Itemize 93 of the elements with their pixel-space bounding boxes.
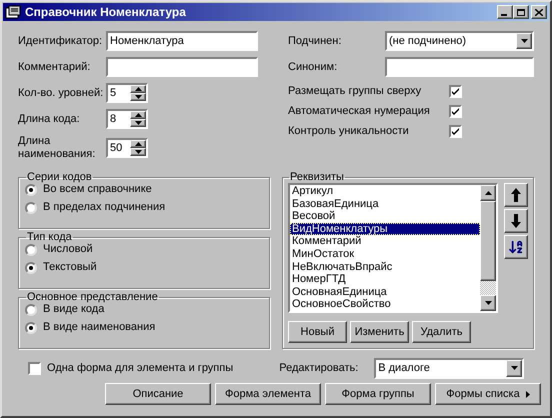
move-down-button[interactable] [504,209,528,233]
check-icon [452,128,459,135]
spin-field[interactable]: 5 [106,83,148,103]
up-arrow-icon [134,142,142,146]
radio-label: Числовой [43,242,93,258]
up-arrow-icon [134,113,142,117]
minimize-button[interactable] [497,5,513,19]
dropdown-field[interactable]: (не подчинено) [385,31,534,51]
spin-up-button[interactable] [130,111,146,119]
field-label: Идентификатор: [18,34,104,48]
window-icon [5,5,21,19]
dropdown-field[interactable]: В диалоге [374,358,524,378]
down-arrow-icon [134,121,142,125]
option-label: Контроль уникальности [288,124,410,140]
field-label: Кол-во. уровней: [18,86,104,100]
checkbox[interactable] [449,85,462,98]
radio-button[interactable] [25,304,37,316]
field-label: Редактировать: [279,360,360,376]
field-label: Синоним: [288,60,338,75]
dialog-button[interactable]: Описание [105,383,211,405]
close-icon [535,8,543,16]
option-label: Одна форма для элемента и группы [47,360,234,376]
list-item[interactable]: ОсновнаяЕдиница [290,286,480,298]
option-label: Автоматическая нумерация [288,104,431,120]
sort-button[interactable] [504,235,528,259]
up-arrow-icon [484,191,492,195]
checkbox[interactable] [449,105,462,118]
submenu-arrow-icon [526,390,530,398]
group-title: Серии кодов [26,171,93,183]
check-icon [452,108,459,115]
field-label: Комментарий: [18,60,92,74]
list-item[interactable]: Комментарий [290,235,480,248]
list-action-button[interactable]: Удалить [412,321,471,343]
up-arrow-icon [511,188,521,202]
spin-down-button[interactable] [130,119,146,127]
close-button[interactable] [531,5,547,19]
list-item[interactable]: НеВключатьВпрайс [290,260,480,274]
radio-label: В пределах подчинения [43,200,166,216]
text-field[interactable] [106,57,258,77]
down-arrow-icon [484,301,492,305]
dialog-button[interactable]: Формы списка [435,383,541,405]
option-label: Размещать группы сверху [288,84,422,100]
maximize-icon [517,8,525,16]
spin-down-button[interactable] [130,148,146,156]
field-label: Подчинен: [288,34,342,49]
group-title: Тип кода [26,231,73,243]
down-arrow-icon [520,39,528,43]
spin-up-button[interactable] [130,85,146,93]
list-action-button[interactable]: Изменить [350,321,409,343]
checkbox[interactable] [28,362,41,374]
radio-label: В виде наименования [43,320,156,336]
dialog-button[interactable]: Форма элемента [215,383,321,405]
radio-button[interactable] [25,244,37,256]
down-arrow-icon [134,150,142,154]
group-title: Реквизиты [289,171,345,183]
spin-up-button[interactable] [130,140,146,148]
dropdown-button[interactable] [516,33,532,49]
down-arrow-icon [134,95,142,99]
list-item[interactable]: Артикул [290,185,480,198]
list-item[interactable]: НомерГТД [290,273,480,286]
radio-label: Во всем справочнике [43,182,152,198]
radio-label: В виде кода [43,302,104,318]
list-item[interactable]: ОсновноеСвойство [290,298,480,311]
list-item[interactable]: Весовой [290,210,480,223]
window-title: Справочник Номенклатура [25,4,187,21]
down-arrow-icon [510,366,518,370]
radio-button[interactable] [25,184,37,196]
text-field[interactable]: Номенклатура [106,31,258,51]
radio-button[interactable] [25,202,37,214]
group-title: Основное представление [26,291,159,303]
spin-field[interactable]: 8 [106,109,148,129]
radio-button[interactable] [25,322,37,334]
field-label: Длина наименования: [18,135,96,161]
checkbox[interactable] [449,125,462,138]
radio-label: Текстовый [43,260,97,276]
sort-icon [508,239,524,255]
field-label: Длина кода: [18,112,81,126]
list-item[interactable]: БазоваяЕдиница [290,198,480,210]
radio-button[interactable] [25,262,37,274]
dropdown-button[interactable] [506,360,522,376]
spin-field[interactable]: 50 [106,138,148,158]
down-arrow-icon [511,214,521,228]
check-icon [452,88,459,95]
list-action-button[interactable]: Новый [288,321,347,343]
move-up-button[interactable] [504,183,528,207]
scrollbar[interactable] [480,185,496,311]
maximize-button[interactable] [513,5,529,19]
up-arrow-icon [134,87,142,91]
list-item[interactable]: МинОстаток [290,248,480,261]
dialog-button[interactable]: Форма группы [325,383,431,405]
list-item[interactable]: ВидНоменклатуры [290,222,480,236]
text-field[interactable] [385,57,534,77]
spin-down-button[interactable] [130,93,146,101]
